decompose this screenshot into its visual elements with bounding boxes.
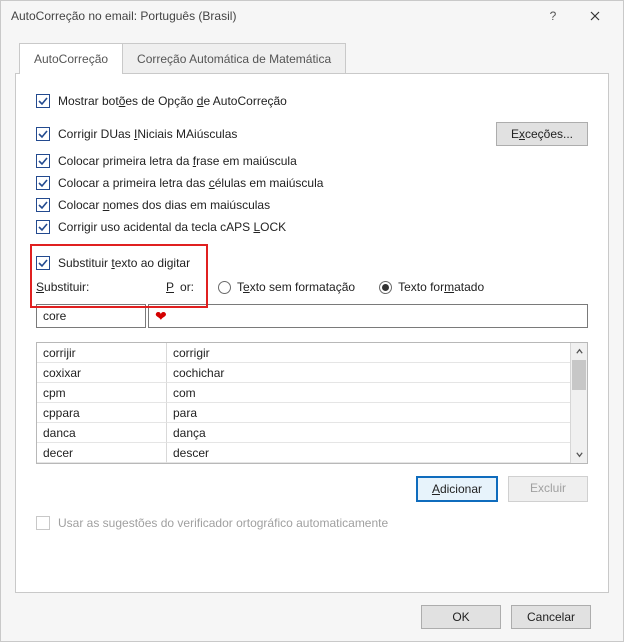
dialog-footer: OK Cancelar bbox=[15, 593, 609, 641]
excecoes-button[interactable]: Exceções... bbox=[496, 122, 588, 146]
close-icon bbox=[590, 11, 600, 21]
label-formatted-text: Texto formatado bbox=[398, 280, 484, 294]
titlebar: AutoCorreção no email: Português (Brasil… bbox=[1, 1, 623, 31]
checkbox-duas-iniciais[interactable] bbox=[36, 127, 50, 141]
list-cell-from: decer bbox=[37, 443, 167, 463]
checkbox-celulas-maiuscula[interactable] bbox=[36, 176, 50, 190]
list-item[interactable]: dancadança bbox=[37, 423, 570, 443]
check-icon bbox=[38, 156, 48, 166]
tabstrip: AutoCorreção Correção Automática de Mate… bbox=[15, 43, 609, 74]
list-cell-from: cppara bbox=[37, 403, 167, 423]
label-plain-text: Texto sem formatação bbox=[237, 280, 355, 294]
dialog-window: AutoCorreção no email: Português (Brasil… bbox=[0, 0, 624, 642]
list-item[interactable]: coxixarcochichar bbox=[37, 363, 570, 383]
tab-matematica[interactable]: Correção Automática de Matemática bbox=[122, 43, 346, 74]
scrollbar[interactable] bbox=[570, 343, 587, 463]
chevron-down-icon bbox=[575, 450, 584, 459]
replace-section: Substituir: Por: Texto sem formatação bbox=[36, 276, 588, 328]
list-cell-from: corrijir bbox=[37, 343, 167, 363]
list-item[interactable]: cpparapara bbox=[37, 403, 570, 423]
row-show-buttons: Mostrar botões de Opção de AutoCorreção bbox=[36, 94, 588, 108]
add-delete-buttons: Adicionar Excluir bbox=[36, 476, 588, 502]
window-title: AutoCorreção no email: Português (Brasil… bbox=[11, 9, 533, 23]
label-frase-maiuscula: Colocar primeira letra da frase em maiús… bbox=[58, 154, 297, 168]
autocorrect-list-body[interactable]: corrijircorrigircoxixarcochicharcpmcomcp… bbox=[37, 343, 570, 463]
tab-autocorrecao[interactable]: AutoCorreção bbox=[19, 43, 123, 74]
check-icon bbox=[38, 129, 48, 139]
checkbox-frase-maiuscula[interactable] bbox=[36, 154, 50, 168]
check-icon bbox=[38, 222, 48, 232]
scroll-up-button[interactable] bbox=[571, 343, 587, 360]
help-button[interactable]: ? bbox=[533, 3, 573, 29]
list-item[interactable]: decerdescer bbox=[37, 443, 570, 463]
list-cell-to: para bbox=[167, 403, 570, 423]
window-controls: ? bbox=[533, 3, 615, 29]
list-cell-from: danca bbox=[37, 423, 167, 443]
checkbox-show-buttons[interactable] bbox=[36, 94, 50, 108]
ok-button[interactable]: OK bbox=[421, 605, 501, 629]
scroll-thumb[interactable] bbox=[572, 360, 586, 390]
row-caps-lock: Corrigir uso acidental da tecla cAPS LOC… bbox=[36, 220, 588, 234]
list-cell-from: coxixar bbox=[37, 363, 167, 383]
input-por[interactable]: ❤ bbox=[148, 304, 588, 328]
checkbox-suggestions bbox=[36, 516, 50, 530]
row-duas-iniciais: Corrigir DUas INiciais MAiúsculas Exceçõ… bbox=[36, 122, 588, 146]
checkbox-caps-lock[interactable] bbox=[36, 220, 50, 234]
chevron-up-icon bbox=[575, 347, 584, 356]
format-radio-group: Texto sem formatação Texto formatado bbox=[218, 280, 484, 294]
check-icon bbox=[38, 178, 48, 188]
client-area: AutoCorreção Correção Automática de Mate… bbox=[1, 31, 623, 641]
autocorrect-list: corrijircorrigircoxixarcochicharcpmcomcp… bbox=[36, 342, 588, 464]
check-icon bbox=[38, 200, 48, 210]
label-duas-iniciais: Corrigir DUas INiciais MAiúsculas bbox=[58, 127, 237, 141]
list-item[interactable]: corrijircorrigir bbox=[37, 343, 570, 363]
excluir-button[interactable]: Excluir bbox=[508, 476, 588, 502]
label-dias-maiusculas: Colocar nomes dos dias em maiúsculas bbox=[58, 198, 270, 212]
radio-formatted-text[interactable] bbox=[379, 281, 392, 294]
row-frase-maiuscula: Colocar primeira letra da frase em maiús… bbox=[36, 154, 588, 168]
row-celulas-maiuscula: Colocar a primeira letra das células em … bbox=[36, 176, 588, 190]
label-show-buttons: Mostrar botões de Opção de AutoCorreção bbox=[58, 94, 287, 108]
tab-panel: Mostrar botões de Opção de AutoCorreção … bbox=[15, 73, 609, 593]
row-suggestions: Usar as sugestões do verificador ortográ… bbox=[36, 516, 588, 530]
row-dias-maiusculas: Colocar nomes dos dias em maiúsculas bbox=[36, 198, 588, 212]
list-item[interactable]: cpmcom bbox=[37, 383, 570, 403]
red-highlight bbox=[30, 244, 208, 308]
label-celulas-maiuscula: Colocar a primeira letra das células em … bbox=[58, 176, 323, 190]
list-cell-to: descer bbox=[167, 443, 570, 463]
adicionar-button[interactable]: Adicionar bbox=[416, 476, 498, 502]
cancelar-button[interactable]: Cancelar bbox=[511, 605, 591, 629]
scroll-down-button[interactable] bbox=[571, 446, 587, 463]
radio-plain-text[interactable] bbox=[218, 281, 231, 294]
list-cell-from: cpm bbox=[37, 383, 167, 403]
list-cell-to: com bbox=[167, 383, 570, 403]
list-cell-to: cochichar bbox=[167, 363, 570, 383]
list-cell-to: corrigir bbox=[167, 343, 570, 363]
close-button[interactable] bbox=[575, 3, 615, 29]
scroll-track[interactable] bbox=[571, 360, 587, 446]
checkbox-dias-maiusculas[interactable] bbox=[36, 198, 50, 212]
label-suggestions: Usar as sugestões do verificador ortográ… bbox=[58, 516, 388, 530]
heart-icon: ❤ bbox=[155, 309, 167, 323]
label-caps-lock: Corrigir uso acidental da tecla cAPS LOC… bbox=[58, 220, 286, 234]
list-cell-to: dança bbox=[167, 423, 570, 443]
check-icon bbox=[38, 96, 48, 106]
